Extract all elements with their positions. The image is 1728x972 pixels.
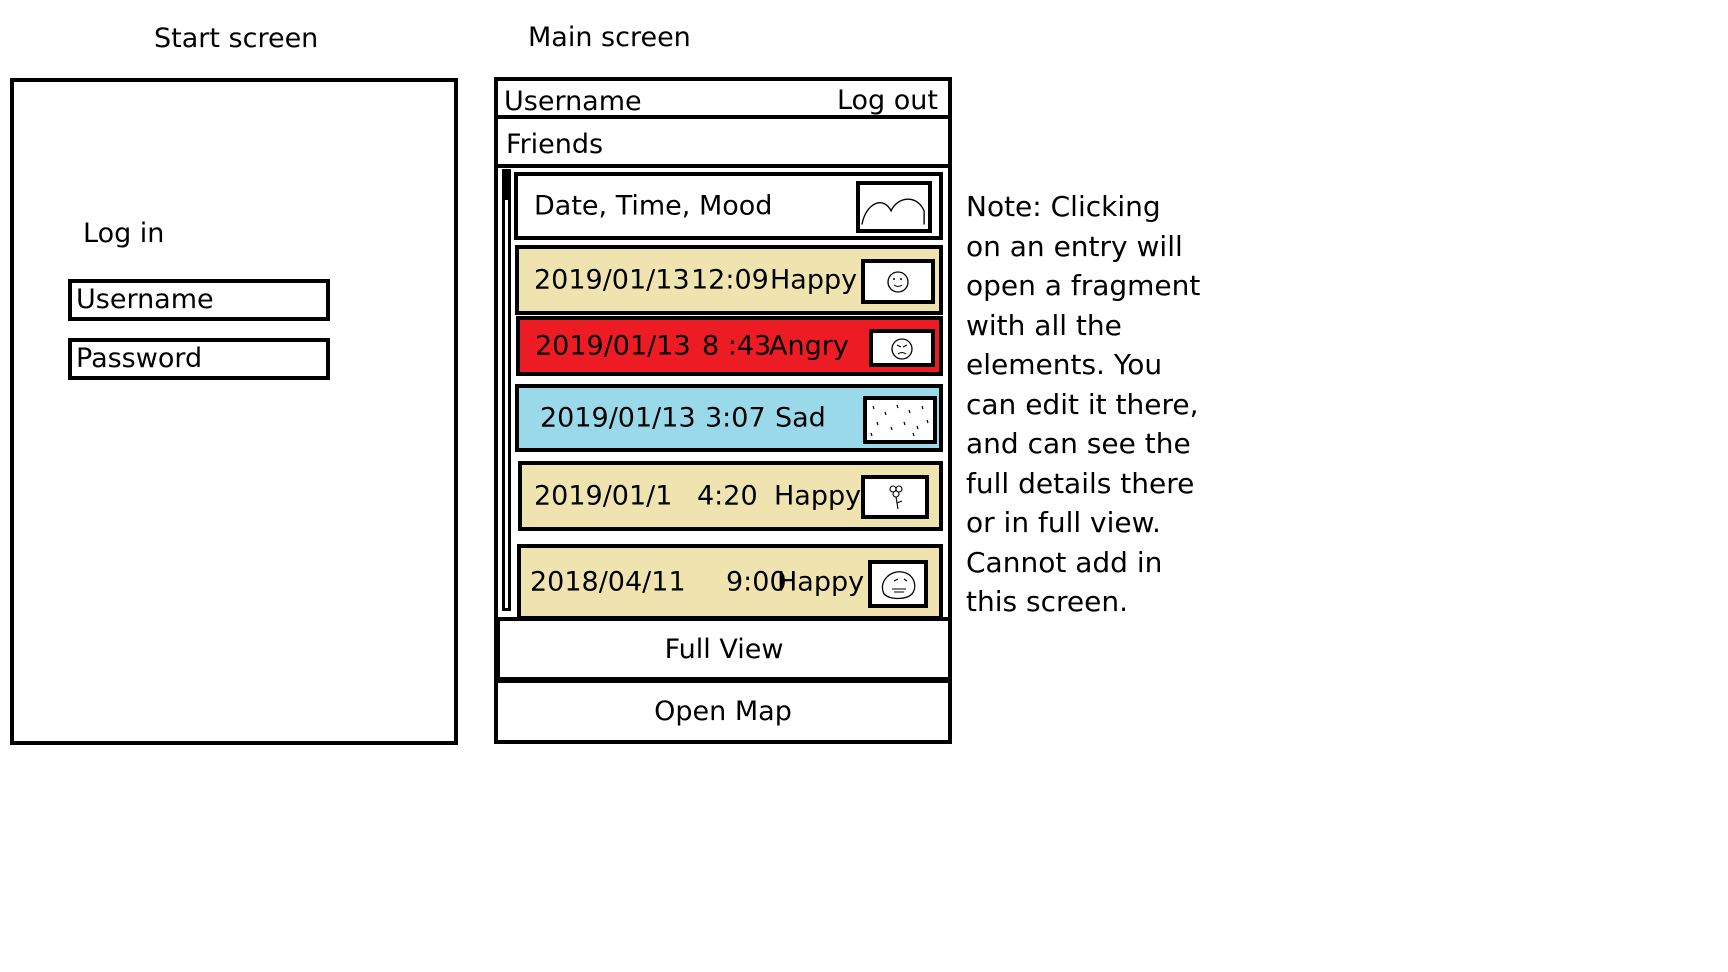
list-item[interactable]: 2019/01/1 4:20 Happy (518, 461, 943, 531)
start-screen-caption: Start screen (154, 23, 319, 54)
note-line: Note: Clicking (966, 190, 1161, 223)
entry-time: 3:07 (705, 402, 766, 434)
entry-date: 2019/01/13 (535, 330, 691, 362)
list-item[interactable]: 2019/01/13 3:07 Sad (515, 384, 943, 452)
list-item[interactable]: 2018/04/11 9:00 Happy (517, 544, 943, 620)
entry-mood: Happy (770, 264, 858, 296)
list-item[interactable]: 2019/01/13 8 :43 Angry (516, 316, 943, 376)
entry-time: 8 :43 (702, 330, 772, 362)
logout-button[interactable]: Log out (837, 85, 938, 116)
entry-mood: Happy (777, 566, 865, 598)
note-line: elements. You (966, 348, 1163, 381)
list-scrollbar[interactable] (502, 169, 511, 611)
note-line: Cannot add in (966, 545, 1163, 579)
rain-sketch-icon (870, 404, 929, 437)
full-view-button[interactable]: Full View (496, 617, 952, 681)
start-screen-frame: Log in Username Password (10, 78, 458, 745)
open-map-button[interactable]: Open Map (494, 679, 952, 744)
entry-date: 2019/01/1 (534, 480, 673, 512)
note-line: on an entry will (966, 229, 1183, 263)
landscape-sketch-icon (861, 198, 925, 225)
photo-header-thumbnail (856, 181, 932, 233)
entry-date: 2019/01/13 (534, 264, 690, 296)
entry-time: 4:20 (697, 480, 758, 512)
entry-mood: Sad (775, 402, 826, 434)
friends-label: Friends (506, 129, 604, 160)
note-line: open a fragment (966, 269, 1201, 302)
scrollbar-thumb[interactable] (505, 172, 508, 200)
flower-sketch-icon (889, 485, 903, 510)
entry-time: 12:09 (691, 264, 769, 296)
note-line: and can see the (966, 427, 1191, 460)
note-line: with all the (966, 308, 1122, 342)
main-screen-frame: Username Log out Friends Date, Time, Moo… (494, 77, 952, 744)
entry-mood: Angry (769, 330, 849, 362)
entry-thumbnail (861, 259, 935, 304)
entry-mood: Happy (774, 480, 862, 512)
login-label: Log in (83, 218, 165, 249)
main-screen-caption: Main screen (528, 22, 691, 53)
entry-date: 2018/04/11 (530, 566, 686, 598)
note-line: can edit it there, (966, 387, 1199, 421)
header-bar: Username Log out (494, 77, 952, 119)
list-header-row: Date, Time, Mood (514, 172, 943, 240)
note-line: this screen. (966, 585, 1128, 618)
face-sketch-icon (881, 571, 916, 600)
entry-thumbnail (868, 560, 928, 608)
note-line: or in full view. (966, 506, 1161, 539)
entry-thumbnail (861, 475, 929, 519)
username-field[interactable]: Username (68, 279, 330, 321)
note-line: full details there (966, 466, 1195, 500)
entry-thumbnail (863, 396, 937, 444)
note-text: Note: Clicking on an entry will open a f… (966, 187, 1200, 622)
entry-thumbnail (869, 329, 935, 367)
smiley-sketch-icon (887, 271, 909, 293)
angry-face-sketch-icon (891, 338, 913, 360)
header-username: Username (504, 86, 642, 117)
entry-date: 2019/01/13 (540, 402, 696, 434)
password-field[interactable]: Password (68, 338, 330, 380)
list-header-label: Date, Time, Mood (534, 190, 773, 222)
friends-bar[interactable]: Friends (494, 115, 952, 168)
list-item[interactable]: 2019/01/13 12:09 Happy (515, 245, 943, 315)
